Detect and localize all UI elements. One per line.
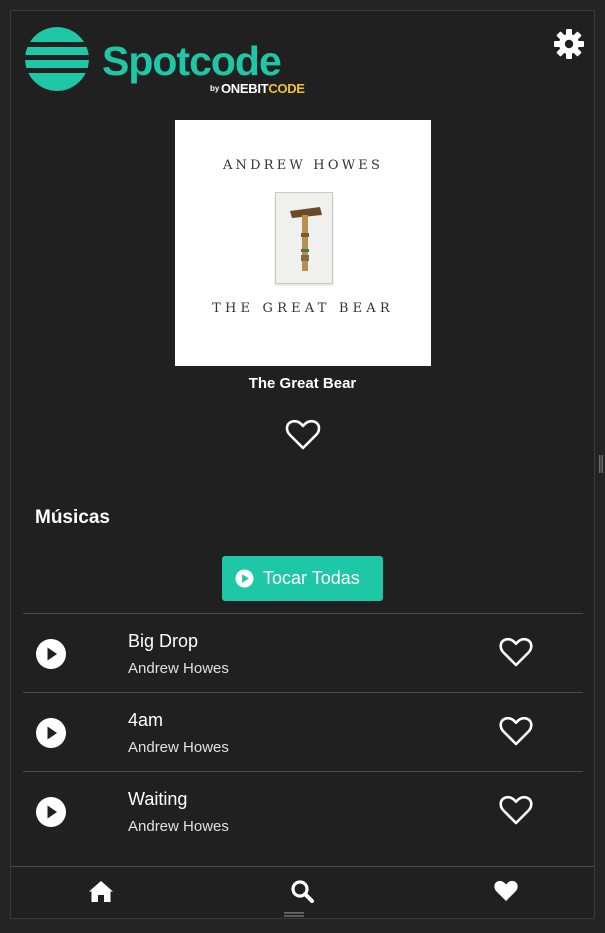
album-favorite-button[interactable] [285,419,321,451]
play-circle-icon [36,718,66,748]
nav-favorites-button[interactable] [493,879,519,903]
heart-outline-icon [285,419,321,450]
nav-search-button[interactable] [290,879,316,903]
header: Spotcode by ONEBITCODE [11,11,594,111]
spotcode-logo[interactable]: Spotcode by ONEBITCODE [24,26,305,100]
home-icon [89,881,113,902]
search-icon [291,880,314,903]
cover-artwork [275,192,333,284]
track-favorite-button[interactable] [499,716,533,747]
play-circle-icon [235,569,254,588]
track-row[interactable]: 4am Andrew Howes [23,692,583,771]
cover-artist-text: ANDREW HOWES [222,158,384,173]
track-favorite-button[interactable] [499,637,533,668]
logo-wordmark: Spotcode [102,38,282,84]
track-artist: Andrew Howes [128,739,229,756]
logo-onebit: ONEBIT [221,81,269,96]
hammer-artwork-icon [290,207,322,271]
track-artist: Andrew Howes [128,660,229,677]
logo-by: by [210,84,220,93]
track-favorite-button[interactable] [499,795,533,826]
heart-outline-icon [499,795,533,825]
play-all-label: Tocar Todas [263,568,360,588]
album-cover: ANDREW HOWES THE GREAT BEAR [175,120,431,366]
play-circle-icon [36,797,66,827]
track-play-button[interactable] [35,638,67,670]
logo-onebitcode: ONEBITCODE [221,81,305,96]
track-artist: Andrew Howes [128,818,229,835]
tracks-section-title: Músicas [35,507,110,528]
nav-home-button[interactable] [88,879,114,903]
track-name: Waiting [128,789,188,809]
logo-mark-icon [25,27,89,91]
app-window: Spotcode by ONEBITCODE ANDREW HOWES THE … [10,10,595,919]
track-row[interactable]: Waiting Andrew Howes [23,771,583,850]
resize-handle-icon[interactable] [599,455,603,473]
settings-button[interactable] [553,28,585,60]
track-name: Big Drop [128,631,199,651]
track-row[interactable]: Big Drop Andrew Howes [23,613,583,692]
track-play-button[interactable] [35,717,67,749]
heart-outline-icon [499,637,533,667]
logo-code: CODE [268,81,305,96]
drag-handle-icon[interactable] [282,911,306,919]
gear-icon [554,29,584,59]
heart-solid-icon [494,880,518,901]
track-list: Big Drop Andrew Howes 4am Andrew Howes W… [23,613,583,850]
album-title: The Great Bear [248,375,357,392]
track-name: 4am [128,710,164,730]
track-play-button[interactable] [35,796,67,828]
heart-outline-icon [499,716,533,746]
cover-title-text: THE GREAT BEAR [212,301,394,316]
play-all-button[interactable]: Tocar Todas [222,556,383,601]
play-circle-icon [36,639,66,669]
